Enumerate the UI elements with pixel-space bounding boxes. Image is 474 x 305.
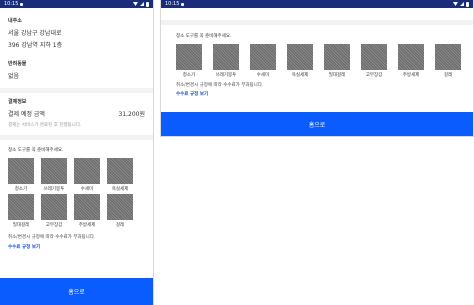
fee-section: 취소/변경시 규정에 따라 수수료가 부과됩니다. 수수료 규정 보기 [161, 80, 473, 97]
home-button-label: 홈으로 [308, 121, 326, 129]
tools-section: 청소 도구를 꼭 준비해주세요. [161, 25, 473, 39]
tool-image [8, 158, 34, 184]
tool-item: 걸레 [107, 194, 133, 230]
tool-item: 주방세제 [74, 194, 100, 230]
home-button[interactable]: 홈으로 [0, 278, 153, 305]
tool-item: 쓰레기봉투 [41, 158, 67, 194]
tool-image [107, 194, 133, 220]
payment-section: 결제정보 결제 예정 금액 31,200원 결제는 서비스가 완료된 후 진행됩… [0, 93, 153, 128]
tool-image [324, 44, 350, 70]
tool-label: 쓰레기봉투 [43, 187, 65, 192]
address-heading: 내주소 [8, 18, 22, 24]
status-time: 10:15 [4, 1, 19, 7]
notification-icon [20, 2, 24, 6]
tool-image [176, 44, 202, 70]
tool-image [287, 44, 313, 70]
tool-image [250, 44, 276, 70]
tools-intro: 청소 도구를 꼭 준비해주세요. [176, 34, 232, 39]
status-bar: 10:15 [0, 0, 153, 8]
status-bar: 10:15 [161, 0, 473, 8]
tool-item: 쓰레기봉투 [213, 44, 239, 80]
tool-image [435, 44, 461, 70]
battery-icon [146, 1, 149, 7]
fee-policy-link[interactable]: 수수료 규정 보기 [8, 244, 145, 250]
tool-image [74, 158, 100, 184]
tool-image [74, 194, 100, 220]
fee-policy-link[interactable]: 수수료 규정 보기 [176, 91, 458, 97]
payment-heading: 결제정보 [8, 99, 27, 105]
home-button[interactable]: 홈으로 [161, 112, 473, 136]
tool-item: 걸레 [435, 44, 461, 80]
tool-item: 수세미 [250, 44, 276, 80]
wifi-icon [133, 2, 138, 6]
payment-amount: 31,200원 [118, 111, 145, 118]
notification-icon [181, 2, 185, 6]
signal-icon [140, 2, 144, 6]
tool-image [107, 158, 133, 184]
fee-note: 취소/변경시 규정에 따라 수수료가 부과됩니다. [8, 235, 96, 240]
tool-item: 청소기 [176, 44, 202, 80]
tool-image [398, 44, 424, 70]
tool-label: 밀대걸레 [12, 223, 30, 228]
address-line-2: 396 강남역 지하 1층 [8, 42, 63, 49]
tool-label: 걸레 [115, 223, 125, 228]
tool-image [8, 194, 34, 220]
tool-label: 쓰레기봉투 [215, 73, 237, 78]
phone-screen-left: 10:15 내주소 서울 강남구 강남대로 396 강남역 지하 1층 반려동물… [0, 0, 154, 305]
tool-label: 주방세제 [402, 73, 420, 78]
tool-label: 욕실세제 [291, 73, 309, 78]
tool-item: 밀대걸레 [324, 44, 350, 80]
pet-heading: 반려동물 [8, 61, 27, 67]
tool-label: 욕실세제 [111, 187, 129, 192]
tool-item: 수세미 [74, 158, 100, 194]
tool-label: 밀대걸레 [328, 73, 346, 78]
tool-label: 주방세제 [78, 223, 96, 228]
tool-label: 걸레 [443, 73, 453, 78]
wifi-icon [453, 2, 458, 6]
address-section: 내주소 서울 강남구 강남대로 396 강남역 지하 1층 [0, 8, 153, 49]
tools-intro: 청소 도구를 꼭 준비해주세요. [8, 148, 64, 153]
home-button-label: 홈으로 [68, 289, 85, 296]
tool-item: 주방세제 [398, 44, 424, 80]
signal-icon [460, 2, 464, 6]
tool-item: 밀대걸레 [8, 194, 34, 230]
payment-note: 결제는 서비스가 완료된 후 진행됩니다. [8, 123, 82, 128]
phone-screen-right: 10:15 청소 도구를 꼭 준비해주세요. 청소기 쓰레기봉투 수세미 욕실세… [160, 0, 474, 137]
tool-label: 고무장갑 [365, 73, 383, 78]
tools-row: 청소기 쓰레기봉투 수세미 욕실세제 밀대걸레 고무장갑 주방세제 걸레 [161, 44, 473, 80]
tools-section: 청소 도구를 꼭 준비해주세요. [0, 140, 153, 153]
tool-item: 청소기 [8, 158, 34, 194]
tool-image [213, 44, 239, 70]
status-time: 10:15 [165, 1, 180, 7]
tool-item: 고무장갑 [41, 194, 67, 230]
tool-label: 수세미 [80, 187, 94, 192]
tools-grid: 청소기 쓰레기봉투 수세미 욕실세제 밀대걸레 고무장갑 주방세제 걸레 [0, 158, 153, 230]
tool-label: 고무장갑 [45, 223, 63, 228]
tool-label: 청소기 [14, 187, 28, 192]
pet-section: 반려동물 없음 [0, 60, 153, 80]
fee-note: 취소/변경시 규정에 따라 수수료가 부과됩니다. [176, 83, 264, 88]
tool-item: 욕실세제 [107, 158, 133, 194]
tool-item: 욕실세제 [287, 44, 313, 80]
tool-item: 고무장갑 [361, 44, 387, 80]
tool-image [361, 44, 387, 70]
pet-value: 없음 [8, 73, 20, 80]
payment-label: 결제 예정 금액 [8, 111, 45, 118]
tool-image [41, 194, 67, 220]
address-line-1: 서울 강남구 강남대로 [8, 30, 62, 37]
tool-label: 청소기 [182, 73, 196, 78]
fee-section: 취소/변경시 규정에 따라 수수료가 부과됩니다. 수수료 규정 보기 [0, 234, 153, 250]
battery-icon [466, 1, 469, 7]
tool-image [41, 158, 67, 184]
tool-label: 수세미 [256, 73, 270, 78]
